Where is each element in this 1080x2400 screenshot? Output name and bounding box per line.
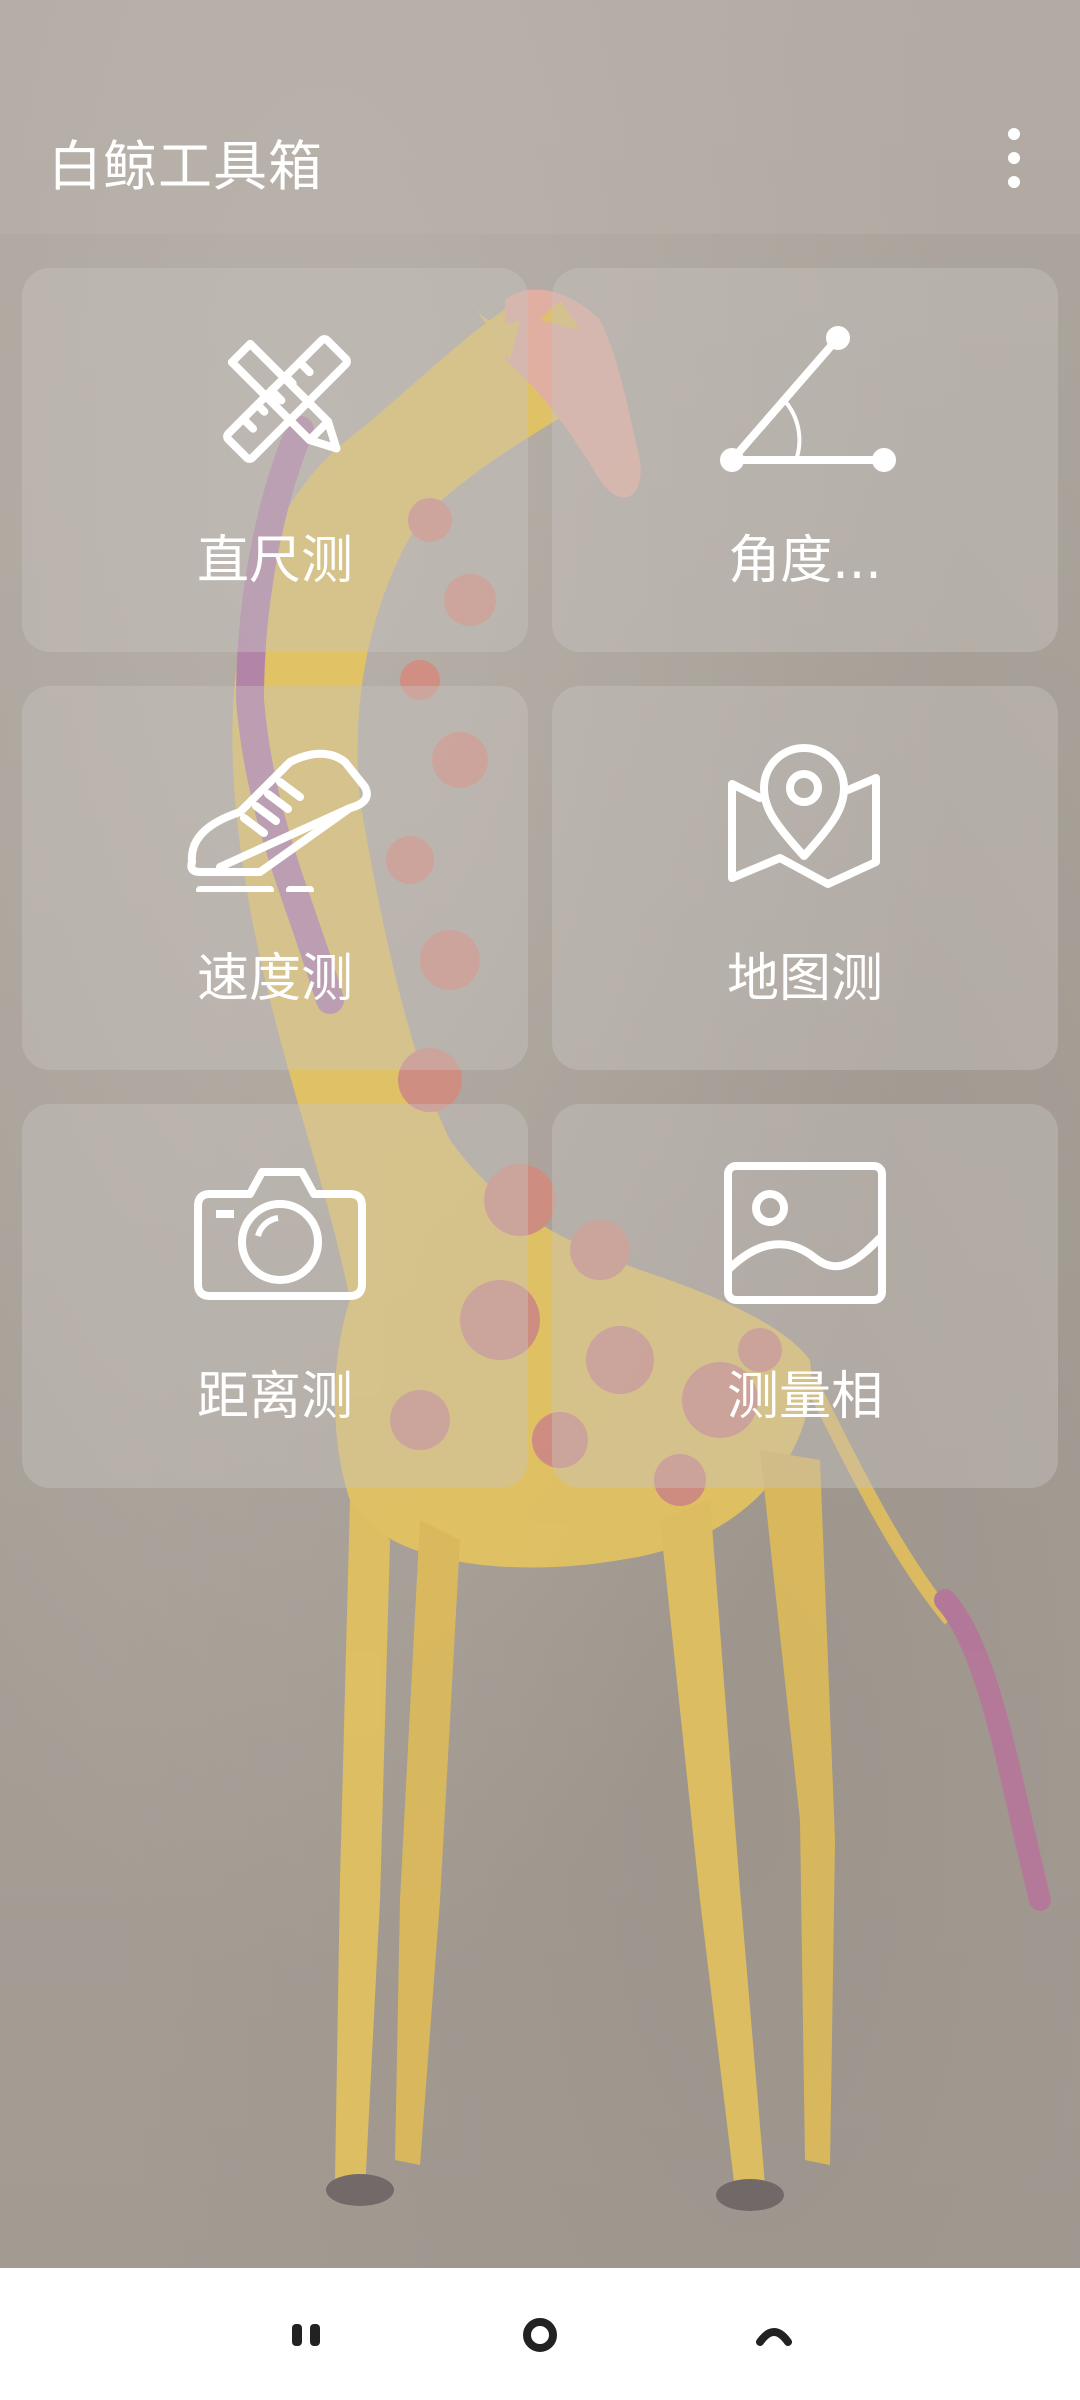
tool-card-speed[interactable]: 速度测 [22, 686, 528, 1070]
tool-card-angle[interactable]: 角度... [552, 268, 1058, 652]
map-pin-icon [552, 686, 1058, 906]
back-icon[interactable] [744, 2304, 804, 2364]
tool-label: 测量相 [726, 1367, 883, 1427]
camera-icon [22, 1104, 528, 1324]
app-title: 白鲸工具箱 [48, 135, 323, 198]
more-vertical-icon[interactable] [990, 128, 1038, 188]
tool-card-map[interactable]: 地图测 [552, 686, 1058, 1070]
tool-card-measure-photo[interactable]: 测量相 [552, 1104, 1058, 1488]
tool-label: 距离测 [196, 1367, 353, 1427]
tool-label: 地图测 [726, 949, 883, 1009]
tool-card-distance[interactable]: 距离测 [22, 1104, 528, 1488]
system-navigation-bar [0, 2268, 1080, 2400]
sneaker-icon [22, 686, 528, 906]
tool-label: 速度测 [196, 949, 353, 1009]
angle-icon [552, 268, 1058, 488]
app-bar: 白鲸工具箱 [0, 0, 1080, 234]
recent-apps-icon[interactable] [278, 2304, 338, 2364]
tool-label: 直尺测 [196, 531, 353, 591]
tool-card-ruler[interactable]: 直尺测 [22, 268, 528, 652]
tool-label: 角度... [728, 531, 882, 591]
home-icon[interactable] [510, 2304, 570, 2364]
ruler-pencil-icon [22, 268, 528, 488]
image-icon [552, 1104, 1058, 1324]
